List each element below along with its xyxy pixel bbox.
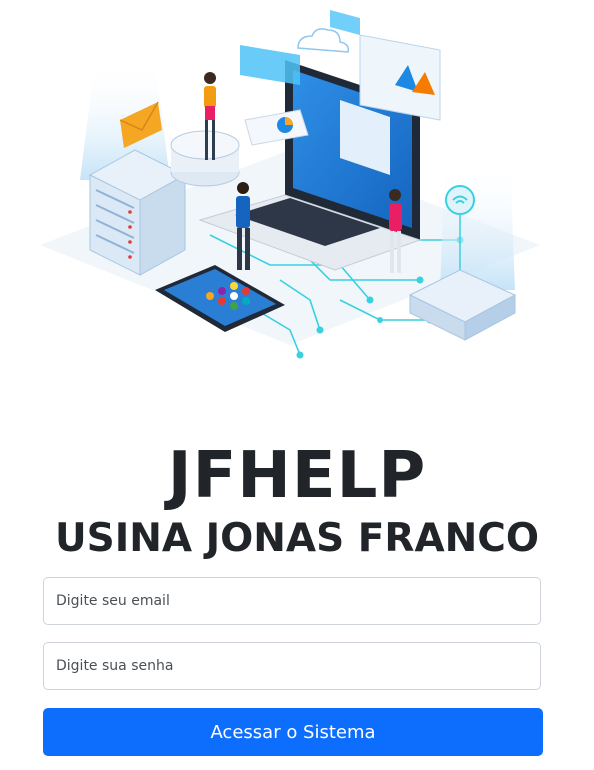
email-field[interactable] xyxy=(43,577,541,625)
password-field[interactable] xyxy=(43,642,541,690)
app-title: JFHELP xyxy=(167,439,427,513)
company-subtitle: USINA JONAS FRANCO xyxy=(54,516,540,561)
hero-illustration xyxy=(40,0,560,370)
login-button[interactable]: Acessar o Sistema xyxy=(43,708,543,756)
